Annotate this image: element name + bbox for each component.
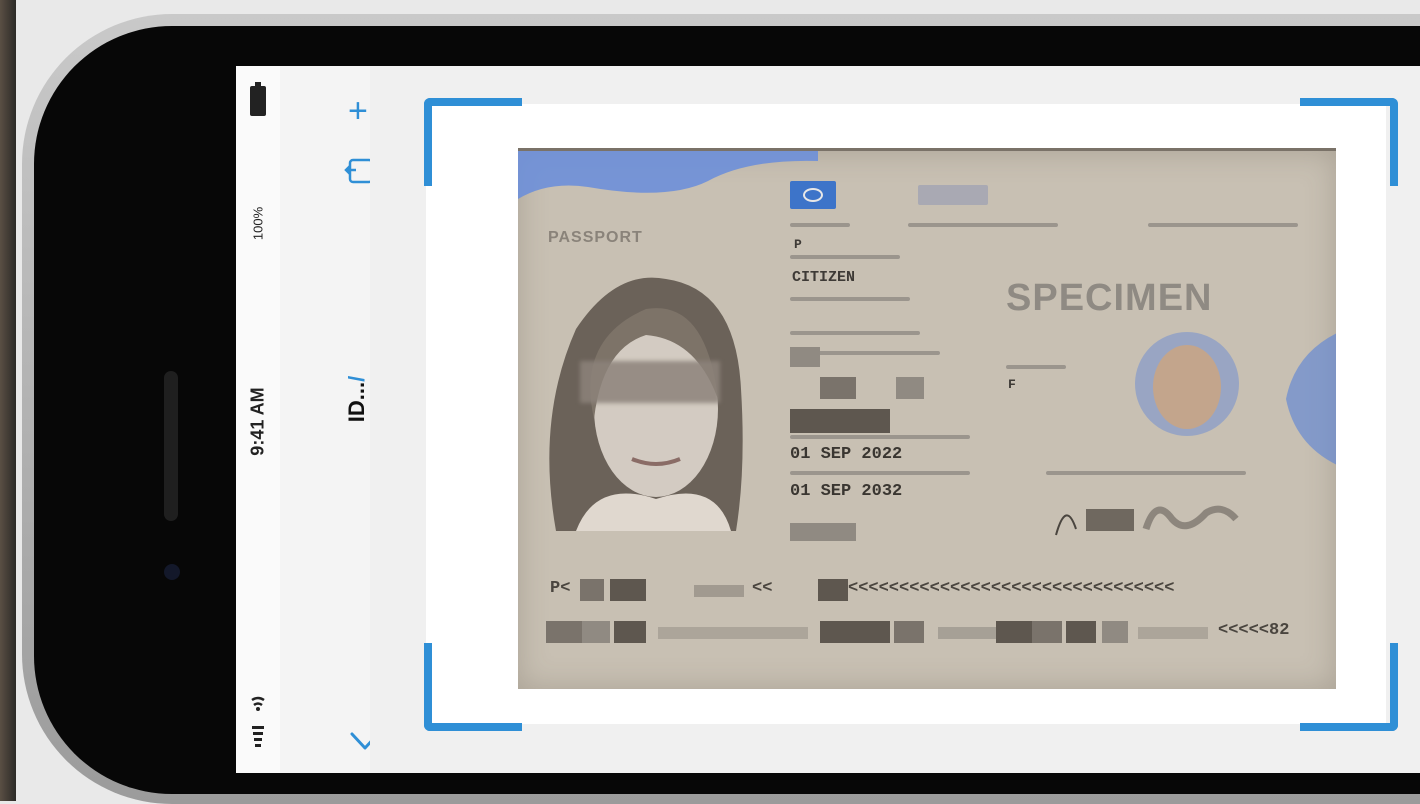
- passport-header: PASSPORT: [548, 229, 643, 246]
- document-title[interactable]: ID.../: [344, 354, 370, 444]
- blurred-eyes: [580, 361, 720, 403]
- blurred-mrz: [938, 627, 998, 639]
- status-time: 9:41 AM: [247, 387, 268, 456]
- blurred-mrz: [582, 621, 610, 643]
- passport-sex: F: [1008, 377, 1016, 392]
- mrz-line2-end: <<<<<82: [1218, 621, 1290, 640]
- toolbar: + ID.../: [280, 66, 380, 773]
- field-label: [790, 297, 910, 301]
- blurred-mrz: [610, 579, 646, 601]
- pencil-icon[interactable]: /: [344, 376, 369, 382]
- field-label: [908, 223, 1058, 227]
- signal-icon: [251, 696, 265, 747]
- specimen-watermark: SPECIMEN: [1006, 277, 1213, 319]
- blurred-mrz: [614, 621, 646, 643]
- blurred-mrz: [546, 621, 582, 643]
- flag-icon: [790, 181, 836, 209]
- earpiece-speaker: [164, 371, 178, 521]
- blurred-mrz: [894, 621, 924, 643]
- blurred-mrz: [1102, 621, 1128, 643]
- blurred-mrz: [694, 585, 744, 597]
- battery-icon: [250, 82, 266, 116]
- battery-percent: 100%: [250, 206, 266, 241]
- blurred-text: [790, 409, 890, 433]
- field-label: [790, 331, 920, 335]
- mrz-line1-mid: <<: [752, 579, 773, 598]
- mrz-line1-prefix: P<: [550, 579, 571, 598]
- blurred-mrz: [1032, 621, 1062, 643]
- background: [0, 0, 16, 801]
- blurred-text: [790, 523, 856, 541]
- blurred-mrz: [580, 579, 604, 601]
- scan-frame-corner-bottom-left[interactable]: [424, 643, 522, 731]
- blurred-mrz: [658, 627, 808, 639]
- field-label: [1006, 365, 1066, 369]
- signature: [1055, 505, 1239, 536]
- date-of-issue: 01 SEP 2022: [790, 445, 903, 464]
- mrz-line1-fill: <<<<<<<<<<<<<<<<<<<<<<<<<<<<<<<<: [848, 579, 1175, 598]
- field-label: [790, 223, 850, 227]
- ghost-portrait: [1135, 332, 1239, 436]
- blurred-text: [790, 347, 820, 367]
- passport-wave-graphic: [518, 151, 818, 199]
- scan-frame-corner-top-left[interactable]: [424, 98, 522, 186]
- blurred-mrz: [818, 579, 848, 601]
- blurred-mrz: [820, 621, 890, 643]
- field-label: [790, 255, 900, 259]
- front-camera: [164, 564, 180, 580]
- field-label: [790, 435, 970, 439]
- passport-nationality: CITIZEN: [792, 269, 856, 286]
- blurred-mrz: [996, 621, 1032, 643]
- blurred-text: [918, 185, 988, 205]
- blurred-mrz: [1138, 627, 1208, 639]
- signature-label: [1046, 471, 1246, 475]
- blurred-text: [896, 377, 924, 399]
- hologram-graphic: [1286, 333, 1336, 465]
- document-title-text: ID...: [344, 381, 369, 423]
- passport-image: PASSPORT P CITIZEN SPECIMEN 01 SEP 2022 …: [518, 148, 1336, 689]
- add-icon[interactable]: +: [348, 94, 368, 128]
- field-label: [790, 471, 970, 475]
- blurred-mrz: [1066, 621, 1096, 643]
- date-of-expiry: 01 SEP 2032: [790, 482, 903, 501]
- passport-type-code: P: [794, 237, 802, 252]
- blurred-text: [820, 377, 856, 399]
- status-bar: 100% 9:41 AM: [236, 66, 280, 773]
- field-label: [1148, 223, 1298, 227]
